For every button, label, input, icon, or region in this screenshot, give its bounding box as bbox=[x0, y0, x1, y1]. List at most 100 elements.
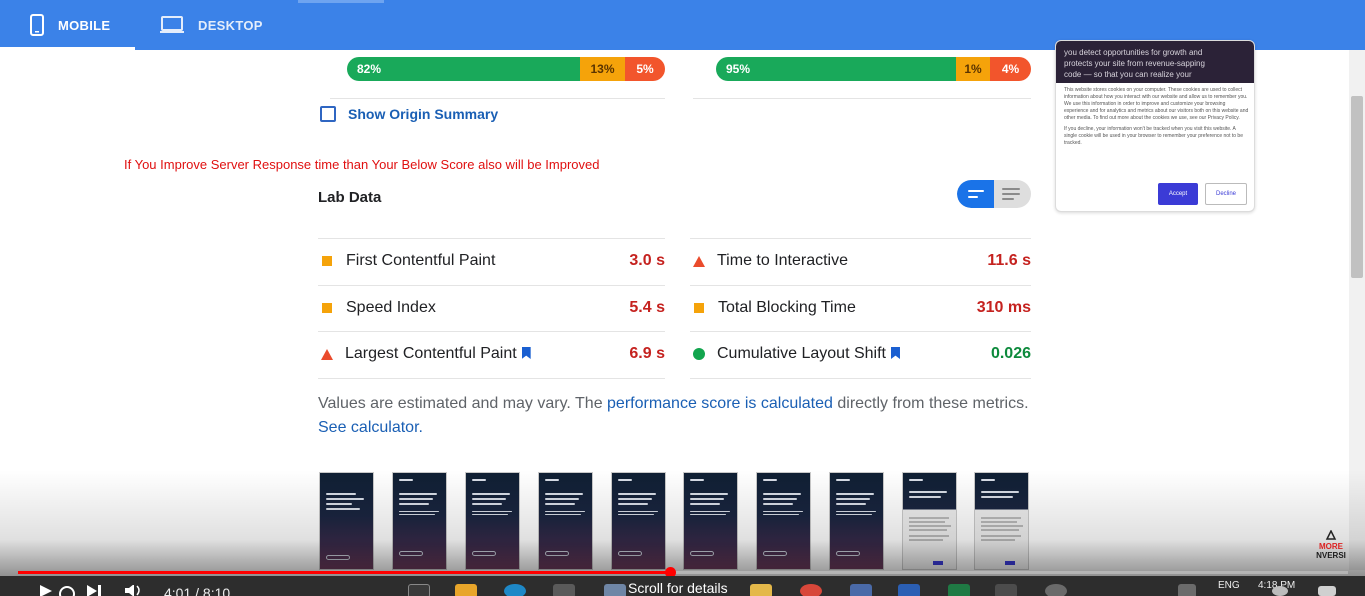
filmstrip-frame bbox=[974, 472, 1029, 570]
cookie-header-line: protects your site from revenue-sapping bbox=[1064, 59, 1205, 68]
video-progress-played bbox=[18, 571, 670, 574]
taskbar-chrome-icon[interactable] bbox=[800, 584, 822, 596]
taskbar-word-icon[interactable] bbox=[898, 584, 920, 596]
compact-view-button[interactable] bbox=[957, 180, 994, 208]
video-player-controls: 4:01 / 8:10 Scroll for details ENG 4:18 … bbox=[0, 576, 1365, 596]
bar-poor-segment: 5% bbox=[625, 57, 665, 81]
good-circle-icon bbox=[693, 348, 705, 360]
metric-name: Largest Contentful Paint bbox=[345, 345, 629, 363]
metric-name: Time to Interactive bbox=[717, 252, 849, 269]
tab-desktop[interactable]: DESKTOP bbox=[160, 0, 263, 50]
divider bbox=[690, 378, 1031, 379]
filmstrip-frame bbox=[756, 472, 811, 570]
filmstrip-frame bbox=[683, 472, 738, 570]
cookie-header-line: code — so that you can realize your bbox=[1064, 70, 1192, 79]
metric-largest-contentful-paint: Largest Contentful Paint 6.9 s bbox=[318, 331, 665, 377]
next-icon[interactable] bbox=[86, 585, 102, 596]
divider bbox=[318, 378, 665, 379]
scroll-for-details[interactable]: Scroll for details bbox=[628, 580, 728, 596]
cookie-decline-button[interactable]: Decline bbox=[1205, 183, 1247, 205]
show-origin-summary-label: Show Origin Summary bbox=[348, 106, 499, 122]
metric-value: 6.9 s bbox=[629, 345, 665, 362]
metric-speed-index: Speed Index 5.4 s bbox=[318, 285, 665, 331]
taskbar-app-icon[interactable] bbox=[455, 584, 477, 596]
cookie-body: This website stores cookies on your comp… bbox=[1064, 87, 1250, 147]
taskbar-app-icon[interactable] bbox=[850, 584, 872, 596]
bookmark-icon[interactable] bbox=[890, 347, 900, 359]
tab-desktop-label: DESKTOP bbox=[198, 17, 263, 33]
expanded-view-button[interactable] bbox=[994, 180, 1031, 208]
search-icon[interactable] bbox=[58, 585, 78, 596]
view-toggle[interactable] bbox=[957, 180, 1031, 208]
scrollbar-thumb[interactable] bbox=[1351, 96, 1363, 278]
filmstrip-frame bbox=[829, 472, 884, 570]
metric-total-blocking-time: Total Blocking Time 310 ms bbox=[690, 285, 1031, 331]
poor-triangle-icon bbox=[693, 255, 705, 267]
metric-name: First Contentful Paint bbox=[346, 252, 496, 269]
pause-icon[interactable] bbox=[1178, 584, 1196, 596]
divider bbox=[693, 98, 1031, 99]
taskbar-app-icon[interactable] bbox=[995, 584, 1017, 596]
video-time: 4:01 / 8:10 bbox=[164, 585, 231, 596]
fullscreen-icon[interactable] bbox=[1318, 586, 1336, 596]
average-square-icon bbox=[322, 303, 332, 313]
video-progress-bar[interactable] bbox=[18, 567, 1348, 578]
taskbar-folder-icon[interactable] bbox=[750, 584, 772, 596]
divider bbox=[330, 98, 665, 99]
page-scrollbar[interactable] bbox=[1349, 50, 1365, 570]
filmstrip-frame bbox=[611, 472, 666, 570]
play-icon[interactable] bbox=[38, 585, 54, 596]
note-text: directly from these metrics. bbox=[832, 395, 1029, 412]
metric-value: 5.4 s bbox=[629, 299, 665, 316]
filmstrip-frame bbox=[538, 472, 593, 570]
metric-first-contentful-paint: First Contentful Paint 3.0 s bbox=[318, 238, 665, 284]
lab-data-note: Values are estimated and may vary. The p… bbox=[318, 392, 1038, 440]
taskbar-task-view-icon[interactable] bbox=[408, 584, 430, 596]
taskbar-app-icon[interactable] bbox=[604, 584, 626, 596]
bar-average-segment: 13% bbox=[580, 57, 625, 81]
taskbar-excel-icon[interactable] bbox=[948, 584, 970, 596]
performance-score-link[interactable]: performance score is calculated bbox=[607, 395, 833, 412]
taskbar-edge-icon[interactable] bbox=[504, 584, 526, 596]
tab-bar-highlight bbox=[298, 0, 384, 3]
bar-average-segment: 1% bbox=[956, 57, 990, 81]
channel-logo: MORE NVERSI bbox=[1314, 529, 1348, 564]
poor-triangle-icon bbox=[321, 348, 333, 360]
show-origin-summary-toggle[interactable]: Show Origin Summary bbox=[320, 106, 498, 122]
metric-value: 11.6 s bbox=[987, 252, 1031, 269]
settings-gear-icon[interactable] bbox=[1045, 584, 1067, 596]
bookmark-icon[interactable] bbox=[521, 347, 531, 359]
taskbar-store-icon[interactable] bbox=[553, 584, 575, 596]
language-indicator: ENG bbox=[1218, 580, 1240, 591]
field-distribution-bar-left: 82% 13% 5% bbox=[347, 57, 665, 81]
logo-mark-icon bbox=[1325, 529, 1337, 540]
see-calculator-link[interactable]: See calculator. bbox=[318, 419, 423, 436]
filmstrip-frame bbox=[392, 472, 447, 570]
field-distribution-bar-right: 95% 1% 4% bbox=[716, 57, 1031, 81]
metric-cumulative-layout-shift: Cumulative Layout Shift 0.026 bbox=[690, 331, 1031, 377]
volume-icon[interactable] bbox=[125, 585, 147, 596]
metric-name-text: Largest Contentful Paint bbox=[345, 345, 517, 362]
average-square-icon bbox=[322, 256, 332, 266]
annotation-text: If You Improve Server Response time than… bbox=[124, 157, 600, 172]
metric-value: 310 ms bbox=[976, 299, 1031, 316]
logo-line2: NVERSI bbox=[1316, 551, 1346, 560]
bar-good-segment: 95% bbox=[716, 57, 956, 81]
cookie-accept-button[interactable]: Accept bbox=[1158, 183, 1198, 205]
average-square-icon bbox=[694, 303, 704, 313]
metric-name: Total Blocking Time bbox=[718, 299, 856, 316]
cookie-consent-panel: you detect opportunities for growth and … bbox=[1055, 40, 1255, 212]
tab-mobile[interactable]: MOBILE bbox=[0, 0, 135, 50]
metric-value: 0.026 bbox=[990, 345, 1031, 362]
origin-summary-checkbox[interactable] bbox=[320, 106, 336, 122]
metric-name: Speed Index bbox=[346, 299, 436, 316]
gear-icon[interactable] bbox=[1272, 586, 1288, 596]
logo-line1: MORE bbox=[1319, 542, 1343, 551]
desktop-monitor-icon bbox=[160, 16, 184, 33]
metric-name-text: Cumulative Layout Shift bbox=[717, 345, 886, 362]
page: MOBILE DESKTOP 82% 13% 5% 95% 1% 4% Show… bbox=[0, 0, 1365, 596]
metric-time-to-interactive: Time to Interactive 11.6 s bbox=[690, 238, 1031, 284]
tab-mobile-label: MOBILE bbox=[58, 17, 111, 33]
filmstrip-frame bbox=[465, 472, 520, 570]
cookie-body-text: This website stores cookies on your comp… bbox=[1064, 87, 1249, 121]
